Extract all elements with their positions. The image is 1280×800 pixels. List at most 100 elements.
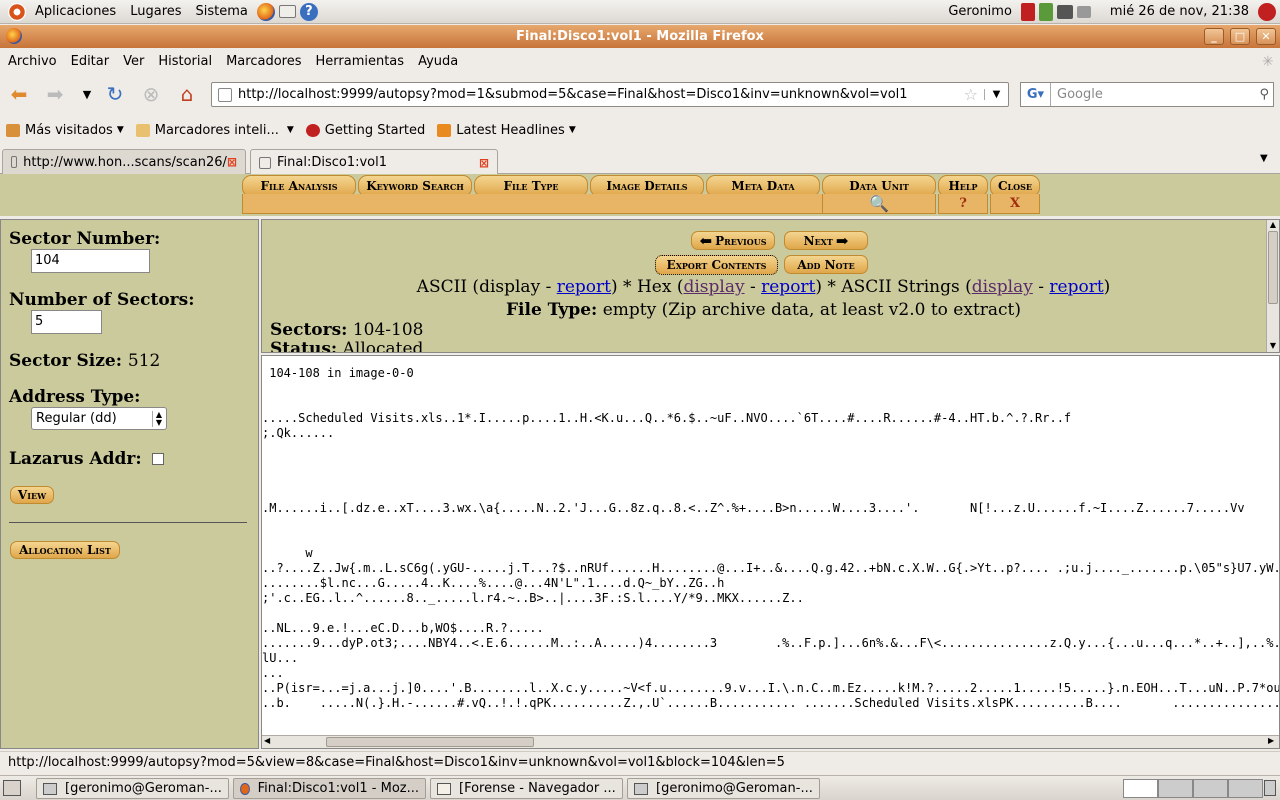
address-type-label: Address Type: bbox=[9, 387, 141, 407]
lazarus-checkbox[interactable] bbox=[152, 453, 164, 465]
stop-icon[interactable]: ⊗ bbox=[138, 82, 164, 106]
horizontal-scrollbar[interactable]: ◀ ▶ bbox=[262, 735, 1279, 748]
search-bar[interactable]: G▾ Google ⚲ bbox=[1020, 82, 1274, 107]
menu-editar[interactable]: Editar bbox=[64, 54, 117, 69]
content-line: ..?....Z..Jw{.m..L.sC6g(.yGU-.....j.T...… bbox=[262, 561, 1280, 575]
menu-marcadores[interactable]: Marcadores bbox=[219, 54, 308, 69]
user-name[interactable]: Geronimo bbox=[941, 4, 1019, 19]
window-titlebar[interactable]: Final:Disco1:vol1 - Mozilla Firefox _ □ … bbox=[0, 25, 1280, 48]
ascii-report-link[interactable]: report bbox=[557, 277, 611, 297]
workspace-2[interactable] bbox=[1158, 779, 1193, 798]
address-type-value: Regular (dd) bbox=[36, 411, 117, 426]
sector-size-label: Sector Size: 512 bbox=[9, 351, 160, 371]
dropdown-icon: ▼ bbox=[116, 125, 124, 135]
task-label: Final:Disco1:vol1 - Moz... bbox=[257, 781, 419, 796]
window-close-button[interactable]: ✕ bbox=[1256, 28, 1276, 45]
content-line bbox=[262, 516, 1279, 531]
history-dropdown-icon[interactable]: ▼ bbox=[74, 83, 100, 105]
num-sectors-input[interactable]: 5 bbox=[31, 310, 102, 334]
help-launcher-icon[interactable]: ? bbox=[299, 2, 318, 21]
trash-icon[interactable] bbox=[1264, 780, 1276, 796]
address-type-select[interactable]: Regular (dd) ▲ ▼ bbox=[31, 407, 167, 430]
firefox-launcher-icon[interactable] bbox=[256, 2, 275, 21]
hex-display-link[interactable]: display bbox=[683, 277, 744, 297]
strings-report-link[interactable]: report bbox=[1049, 277, 1103, 297]
url-text: http://localhost:9999/autopsy?mod=1&subm… bbox=[238, 87, 908, 102]
scroll-right-arrow-icon[interactable]: ▶ bbox=[1268, 736, 1274, 745]
scroll-left-arrow-icon[interactable]: ◀ bbox=[264, 736, 270, 745]
mail-launcher-icon[interactable] bbox=[278, 5, 296, 18]
sector-number-input[interactable]: 104 bbox=[31, 249, 150, 273]
workspace-3[interactable] bbox=[1193, 779, 1228, 798]
google-engine-icon[interactable]: G▾ bbox=[1021, 83, 1051, 106]
export-contents-button[interactable]: Export Contents bbox=[655, 255, 778, 275]
scroll-down-arrow-icon[interactable]: ▼ bbox=[1267, 341, 1279, 350]
add-note-button[interactable]: Add Note bbox=[784, 255, 868, 274]
menu-aplicaciones[interactable]: Aplicaciones bbox=[28, 4, 123, 19]
hscroll-thumb[interactable] bbox=[326, 737, 534, 747]
workspace-4[interactable] bbox=[1228, 779, 1263, 798]
bookmark-marcadores-inteligentes[interactable]: Marcadores inteli... ▼ bbox=[130, 123, 300, 138]
firefox-window-icon[interactable] bbox=[6, 28, 22, 44]
menu-sistema[interactable]: Sistema bbox=[189, 4, 255, 19]
back-arrow-icon[interactable]: ⬅ bbox=[6, 82, 32, 106]
taskbar-firefox[interactable]: Final:Disco1:vol1 - Moz... bbox=[233, 778, 426, 799]
workspace-switcher[interactable] bbox=[1123, 779, 1263, 798]
menu-historial[interactable]: Historial bbox=[151, 54, 219, 69]
home-icon[interactable]: ⌂ bbox=[174, 82, 200, 106]
tab-list-dropdown-icon[interactable]: ▼ bbox=[1260, 153, 1268, 164]
bookmark-star-icon[interactable]: ☆ bbox=[964, 85, 978, 104]
reload-icon[interactable]: ↻ bbox=[102, 82, 128, 106]
url-dropdown-icon[interactable]: ▼ bbox=[984, 89, 1008, 100]
scroll-thumb[interactable] bbox=[1268, 231, 1278, 304]
menu-ver[interactable]: Ver bbox=[116, 54, 151, 69]
search-magnifier-icon[interactable]: ⚲ bbox=[1259, 87, 1269, 102]
menu-herramientas[interactable]: Herramientas bbox=[309, 54, 412, 69]
bookmark-getting-started[interactable]: Getting Started bbox=[300, 123, 432, 138]
clock[interactable]: mié 26 de nov, 21:38 bbox=[1103, 4, 1256, 19]
next-button[interactable]: Next ➡ bbox=[784, 231, 868, 250]
content-line: ........$l.nc...G.....4..K....%....@...4… bbox=[262, 576, 725, 590]
previous-label: Previous bbox=[715, 233, 767, 248]
tab-close-icon[interactable]: ⊠ bbox=[479, 156, 489, 170]
content-line bbox=[262, 396, 1279, 411]
strings-display-link[interactable]: display bbox=[972, 277, 1033, 297]
info-scrollbar[interactable]: ▲ ▼ bbox=[1266, 220, 1279, 352]
search-input[interactable]: Google bbox=[1051, 87, 1259, 102]
show-desktop-icon[interactable] bbox=[3, 780, 21, 796]
bookmarks-toolbar: Más visitados ▼ Marcadores inteli... ▼ Get… bbox=[0, 118, 1280, 142]
tab-final-disco1[interactable]: Final:Disco1:vol1 ⊠ bbox=[250, 149, 498, 175]
update-notifier-icon[interactable] bbox=[1020, 2, 1035, 21]
power-icon[interactable] bbox=[1258, 2, 1276, 21]
menu-ayuda[interactable]: Ayuda bbox=[411, 54, 465, 69]
menu-archivo[interactable]: Archivo bbox=[0, 54, 64, 69]
site-identity-icon[interactable] bbox=[218, 87, 232, 102]
bookmark-mas-visitados[interactable]: Más visitados ▼ bbox=[0, 123, 130, 138]
workspace-1[interactable] bbox=[1123, 779, 1158, 798]
magnifier-icon: 🔍 bbox=[822, 194, 936, 214]
ubuntu-logo-icon[interactable] bbox=[8, 2, 26, 21]
tab-honeynet[interactable]: http://www.hon...scans/scan26/ ⊠ bbox=[2, 149, 246, 174]
previous-button[interactable]: ⬅ Previous bbox=[691, 231, 775, 250]
taskbar-terminal-1[interactable]: [geronimo@Geroman-... bbox=[36, 778, 229, 799]
scroll-up-arrow-icon[interactable]: ▲ bbox=[1267, 220, 1279, 229]
bookmark-latest-headlines[interactable]: Latest Headlines ▼ bbox=[431, 123, 581, 138]
forward-arrow-icon[interactable]: ➡ bbox=[42, 82, 68, 106]
taskbar-terminal-2[interactable]: [geronimo@Geroman-... bbox=[627, 778, 820, 799]
throbber-icon: ✳ bbox=[1262, 54, 1274, 70]
view-button[interactable]: View bbox=[10, 486, 54, 504]
hex-report-link[interactable]: report bbox=[761, 277, 815, 297]
taskbar-navegador[interactable]: [Forense - Navegador ... bbox=[430, 778, 623, 799]
tab-close-icon[interactable]: ⊠ bbox=[227, 155, 237, 169]
menu-lugares[interactable]: Lugares bbox=[123, 4, 188, 19]
close-x-icon[interactable]: X bbox=[990, 194, 1040, 214]
content-line: .......9...dyP.ot3;....NBY4..<.E.6......… bbox=[262, 636, 1280, 650]
minimize-button[interactable]: _ bbox=[1204, 28, 1224, 45]
maximize-button[interactable]: □ bbox=[1230, 28, 1250, 45]
volume-icon[interactable] bbox=[1076, 5, 1091, 18]
url-bar[interactable]: http://localhost:9999/autopsy?mod=1&subm… bbox=[211, 82, 1009, 107]
network-icon[interactable] bbox=[1056, 4, 1073, 19]
battery-icon[interactable] bbox=[1038, 2, 1053, 21]
allocation-list-button[interactable]: Allocation List bbox=[10, 541, 120, 559]
help-question-icon[interactable]: ? bbox=[938, 194, 988, 214]
